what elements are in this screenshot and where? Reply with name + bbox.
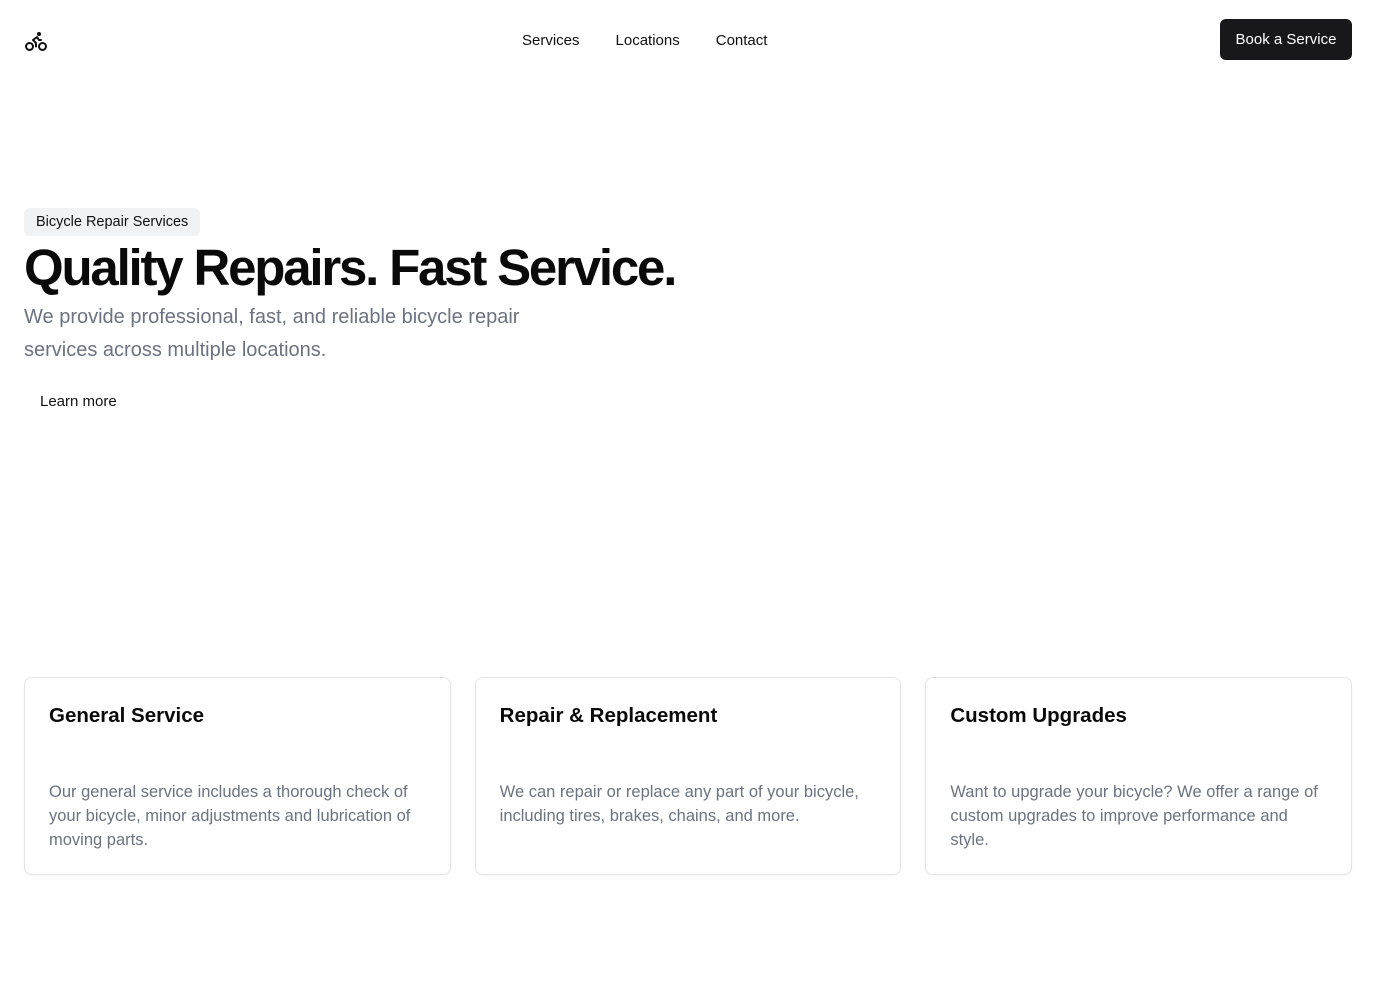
services-cards: General Service Our general service incl…	[24, 677, 1353, 875]
card-description: We can repair or replace any part of you…	[499, 783, 859, 825]
hero-description: We provide professional, fast, and relia…	[24, 306, 520, 361]
nav-link-locations[interactable]: Locations	[598, 26, 698, 55]
nav-link-services[interactable]: Services	[504, 26, 598, 55]
hero-badge: Bicycle Repair Services	[24, 208, 201, 236]
service-card-upgrades: Custom Upgrades Want to upgrade your bic…	[925, 677, 1353, 875]
card-description: Want to upgrade your bicycle? We offer a…	[950, 783, 1318, 849]
service-card-repair: Repair & Replacement We can repair or re…	[474, 677, 902, 875]
card-title: Repair & Replacement	[499, 704, 718, 727]
bicycle-icon[interactable]	[24, 29, 48, 53]
site-header: Services Locations Contact Book a Servic…	[0, 0, 1376, 80]
hero-title: Quality Repairs. Fast Service.	[24, 239, 677, 296]
card-description: Our general service includes a thorough …	[49, 783, 411, 849]
nav-link-contact[interactable]: Contact	[698, 26, 786, 55]
main-nav: Services Locations Contact	[504, 24, 785, 56]
service-card-general: General Service Our general service incl…	[24, 677, 451, 875]
card-title: Custom Upgrades	[950, 704, 1127, 727]
hero-section: Bicycle Repair Services Quality Repairs.…	[24, 208, 724, 367]
learn-more-button[interactable]: Learn more	[24, 383, 133, 419]
book-service-button[interactable]: Book a Service	[1220, 19, 1352, 60]
card-title: General Service	[49, 704, 204, 727]
